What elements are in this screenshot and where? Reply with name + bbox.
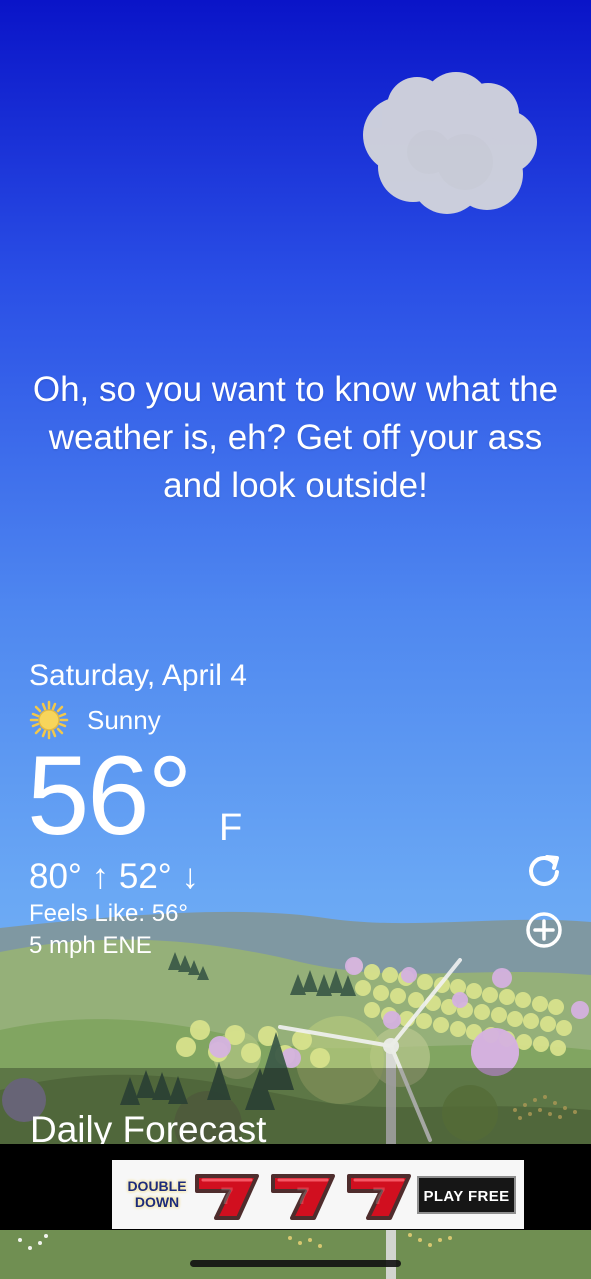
ad-banner[interactable]: DOUBLE DOWN 7 7 7 PLAY FREE bbox=[112, 1160, 524, 1229]
refresh-button[interactable] bbox=[522, 848, 566, 892]
ad-symbol-2: 7 bbox=[265, 1165, 341, 1225]
refresh-icon bbox=[529, 855, 559, 886]
slot-seven-icon: 7 bbox=[195, 1173, 260, 1220]
temperature-display: 56° F bbox=[27, 740, 287, 855]
wind-speed: 5 mph ENE bbox=[29, 932, 152, 959]
forecast-date: Saturday, April 4 bbox=[29, 659, 247, 692]
ad-symbol-3-text: 7 bbox=[372, 1183, 385, 1210]
add-location-button[interactable] bbox=[522, 908, 566, 952]
add-circle-icon bbox=[526, 912, 562, 948]
ad-symbol-3: 7 bbox=[341, 1165, 417, 1225]
weather-screen: Oh, so you want to know what the weather… bbox=[0, 0, 591, 1279]
slot-seven-icon: 7 bbox=[347, 1173, 412, 1220]
cloud-illustration bbox=[363, 72, 537, 214]
condition-text: Sunny bbox=[87, 704, 161, 735]
ad-brand-line-1: DOUBLE bbox=[127, 1177, 187, 1194]
play-free-button[interactable]: PLAY FREE bbox=[417, 1175, 516, 1214]
ad-symbol-1: 7 bbox=[189, 1165, 265, 1225]
ad-brand-logo: DOUBLE DOWN bbox=[120, 1170, 186, 1220]
weather-quote: Oh, so you want to know what the weather… bbox=[32, 370, 559, 505]
home-indicator[interactable] bbox=[190, 1260, 401, 1267]
slot-seven-icon: 7 bbox=[271, 1173, 336, 1220]
ad-symbol-1-text: 7 bbox=[220, 1183, 233, 1210]
ad-symbol-2-text: 7 bbox=[296, 1183, 309, 1210]
ad-brand-line-2: DOWN bbox=[134, 1193, 180, 1210]
feels-like-temperature: Feels Like: 56° bbox=[29, 900, 189, 927]
temperature-unit: F bbox=[219, 807, 243, 849]
high-low-temperature: 80° ↑ 52° ↓ bbox=[29, 857, 200, 896]
current-temperature: 56° bbox=[27, 733, 192, 858]
